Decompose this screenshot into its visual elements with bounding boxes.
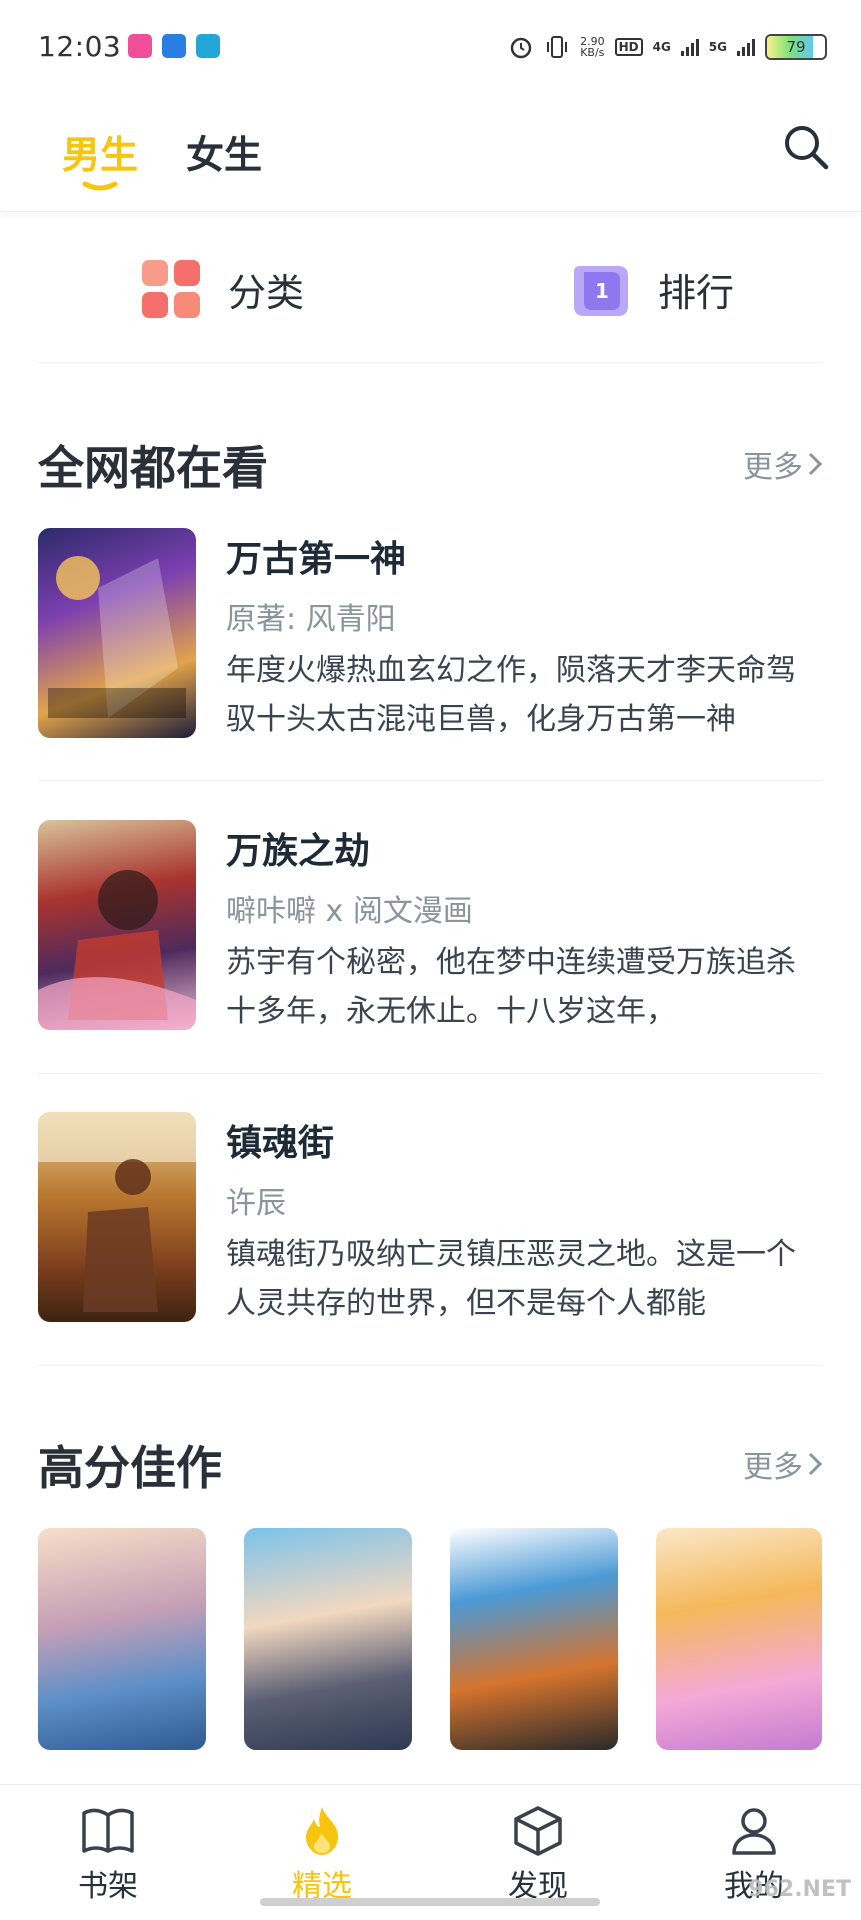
app-notification-icon [128, 34, 152, 58]
ranking-button[interactable]: 1 排行 [570, 258, 734, 320]
book-cover [38, 1112, 196, 1322]
list-item[interactable]: 万族之劫 噼咔噼 x 阅文漫画 苏宇有个秘密，他在梦中连续遭受万族追杀十多年，永… [38, 820, 822, 1032]
book-description: 苏宇有个秘密，他在梦中连续遭受万族追杀十多年，永无休止。十八岁这年， [226, 945, 796, 1029]
book-author: 许辰 [226, 1186, 286, 1221]
divider [38, 780, 822, 781]
more-button-top[interactable]: 更多 [743, 1442, 823, 1486]
list-item[interactable]: 镇魂街 许辰 镇魂街乃吸纳亡灵镇压恶灵之地。这是一个人灵共存的世界，但不是每个人… [38, 1112, 822, 1324]
book-cover[interactable] [450, 1528, 618, 1750]
signal-icon [737, 38, 755, 56]
book-cover [38, 820, 196, 1030]
quick-entries: 分类 1 排行 [0, 212, 861, 364]
tab-male[interactable]: 男生 [62, 124, 138, 179]
divider [38, 362, 822, 363]
tab-female[interactable]: 女生 [186, 124, 262, 179]
vibrate-icon [547, 36, 568, 58]
nav-featured[interactable]: 精选 [262, 1805, 382, 1905]
book-author: 噼咔噼 x 阅文漫画 [226, 894, 473, 929]
active-tab-indicator [82, 181, 118, 191]
book-cover[interactable] [656, 1528, 822, 1750]
chevron-right-icon [808, 452, 823, 476]
section-title-top: 高分佳作 [38, 1441, 222, 1495]
search-icon[interactable] [781, 122, 831, 172]
home-indicator[interactable] [260, 1898, 600, 1906]
notification-icons [128, 34, 220, 58]
nav-discover[interactable]: 发现 [478, 1805, 598, 1905]
signal-icon [680, 38, 699, 56]
category-button[interactable]: 分类 [140, 258, 304, 320]
flame-icon [306, 1807, 338, 1855]
alarm-icon [510, 37, 532, 59]
watermark: 962.NET [748, 1877, 851, 1902]
book-cover[interactable] [244, 1528, 412, 1750]
network-5g-label: 5G [708, 40, 727, 54]
app-notification-icon [196, 34, 220, 58]
cube-icon [514, 1806, 562, 1856]
chevron-right-icon [808, 1452, 823, 1476]
section-title-hot: 全网都在看 [38, 441, 268, 495]
nav-bookshelf[interactable]: 书架 [48, 1805, 168, 1905]
category-label: 分类 [228, 270, 305, 315]
divider [38, 1365, 822, 1366]
bottom-navigation: 书架 精选 发现 我的 962.NET [0, 1784, 861, 1920]
status-time: 12:03 [38, 30, 122, 63]
book-icon [82, 1808, 134, 1853]
app-notification-icon [162, 34, 186, 58]
svg-text:1: 1 [595, 279, 609, 303]
hd-badge: HD [614, 38, 643, 56]
book-cover [38, 528, 196, 738]
book-title: 万族之劫 [226, 831, 371, 872]
book-title: 镇魂街 [226, 1123, 335, 1164]
book-author: 原著: 风青阳 [226, 602, 396, 637]
book-title: 万古第一神 [226, 539, 407, 580]
battery-icon: 79 [765, 34, 827, 60]
category-icon [142, 260, 200, 318]
ranking-icon: 1 [574, 266, 628, 316]
book-description: 镇魂街乃吸纳亡灵镇压恶灵之地。这是一个人灵共存的世界，但不是每个人都能 [226, 1237, 796, 1321]
ranking-label: 排行 [658, 270, 735, 315]
status-bar: 12:03 2.90 KB/s HD 4G 5G 79 [0, 0, 861, 96]
top-header: 男生 女生 [0, 96, 861, 212]
divider [38, 1073, 822, 1074]
list-item[interactable]: 万古第一神 原著: 风青阳 年度火爆热血玄幻之作，陨落天才李天命驾驭十头太古混沌… [38, 528, 822, 740]
nav-label: 书架 [78, 1869, 138, 1904]
network-speed: 2.90 KB/s [580, 35, 605, 59]
book-description: 年度火爆热血玄幻之作，陨落天才李天命驾驭十头太古混沌巨兽，化身万古第一神 [226, 653, 796, 737]
user-icon [732, 1808, 776, 1855]
network-4g-label: 4G [652, 40, 671, 54]
more-button-hot[interactable]: 更多 [743, 442, 823, 486]
book-cover[interactable] [38, 1528, 206, 1750]
